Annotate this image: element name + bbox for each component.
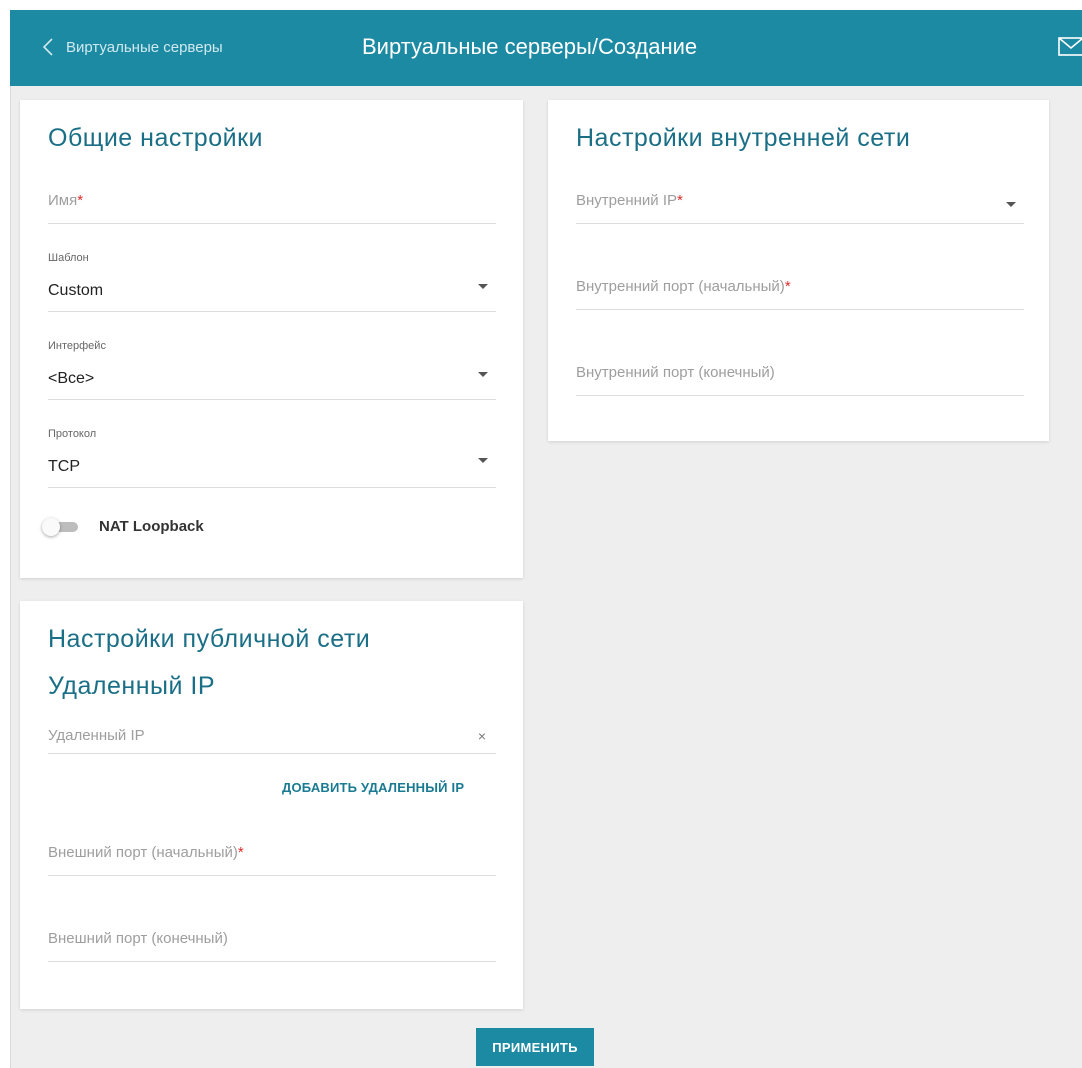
toggle-knob — [42, 518, 60, 536]
protocol-value: TCP — [48, 458, 80, 475]
general-settings-title: Общие настройки — [48, 124, 263, 152]
public-network-title: Настройки публичной сети — [48, 625, 371, 653]
caret-down-icon — [478, 458, 488, 463]
external-port-end-placeholder: Внешний порт (конечный) — [48, 930, 228, 947]
required-mark: * — [677, 192, 683, 209]
caret-down-icon — [478, 372, 488, 377]
mail-icon[interactable] — [1058, 36, 1082, 58]
external-port-start-field[interactable]: Внешний порт (начальный)* — [48, 840, 496, 876]
remote-ip-field[interactable]: Удаленный IP × — [48, 722, 496, 754]
name-placeholder: Имя — [48, 192, 78, 209]
remote-ip-placeholder: Удаленный IP — [48, 727, 145, 744]
page-title: Виртуальные серверы/Создание — [362, 34, 698, 59]
chevron-left-icon — [42, 38, 53, 56]
interface-select[interactable]: Интерфейс <Все> — [48, 340, 496, 400]
template-select[interactable]: Шаблон Custom — [48, 252, 496, 312]
internal-network-title: Настройки внутренней сети — [576, 124, 911, 152]
internal-port-end-placeholder: Внутренний порт (конечный) — [576, 364, 775, 381]
internal-port-start-field[interactable]: Внутренний порт (начальный)* — [576, 274, 1024, 310]
protocol-label: Протокол — [48, 428, 97, 440]
add-remote-ip-button[interactable]: ДОБАВИТЬ УДАЛЕННЫЙ IP — [282, 780, 464, 795]
internal-ip-placeholder: Внутренний IP — [576, 192, 678, 209]
external-port-start-placeholder: Внешний порт (начальный) — [48, 844, 238, 861]
protocol-select[interactable]: Протокол TCP — [48, 428, 496, 488]
caret-down-icon — [478, 284, 488, 289]
interface-label: Интерфейс — [48, 340, 106, 352]
required-mark: * — [237, 844, 244, 861]
name-field[interactable]: Имя* — [48, 186, 496, 224]
remote-ip-title: Удаленный IP — [48, 672, 216, 700]
header-bar: Виртуальные серверы Виртуальные серверы/… — [10, 10, 1082, 86]
caret-down-icon — [1006, 202, 1016, 207]
back-link[interactable]: Виртуальные серверы — [38, 32, 223, 62]
internal-port-start-placeholder: Внутренний порт (начальный) — [576, 278, 785, 295]
nat-loopback-label: NAT Loopback — [99, 518, 204, 535]
back-link-label: Виртуальные серверы — [66, 38, 223, 56]
internal-ip-select[interactable]: Внутренний IP* — [576, 186, 1024, 224]
clear-icon[interactable]: × — [478, 728, 486, 744]
template-label: Шаблон — [48, 252, 89, 264]
external-port-end-field[interactable]: Внешний порт (конечный) — [48, 926, 496, 962]
required-mark: * — [77, 192, 84, 209]
interface-value: <Все> — [48, 370, 95, 387]
apply-button[interactable]: ПРИМЕНИТЬ — [476, 1028, 594, 1066]
nat-loopback-toggle[interactable] — [42, 516, 84, 538]
template-value: Custom — [48, 282, 104, 299]
required-mark: * — [784, 278, 791, 295]
general-settings-card — [20, 100, 523, 578]
internal-port-end-field[interactable]: Внутренний порт (конечный) — [576, 360, 1024, 396]
